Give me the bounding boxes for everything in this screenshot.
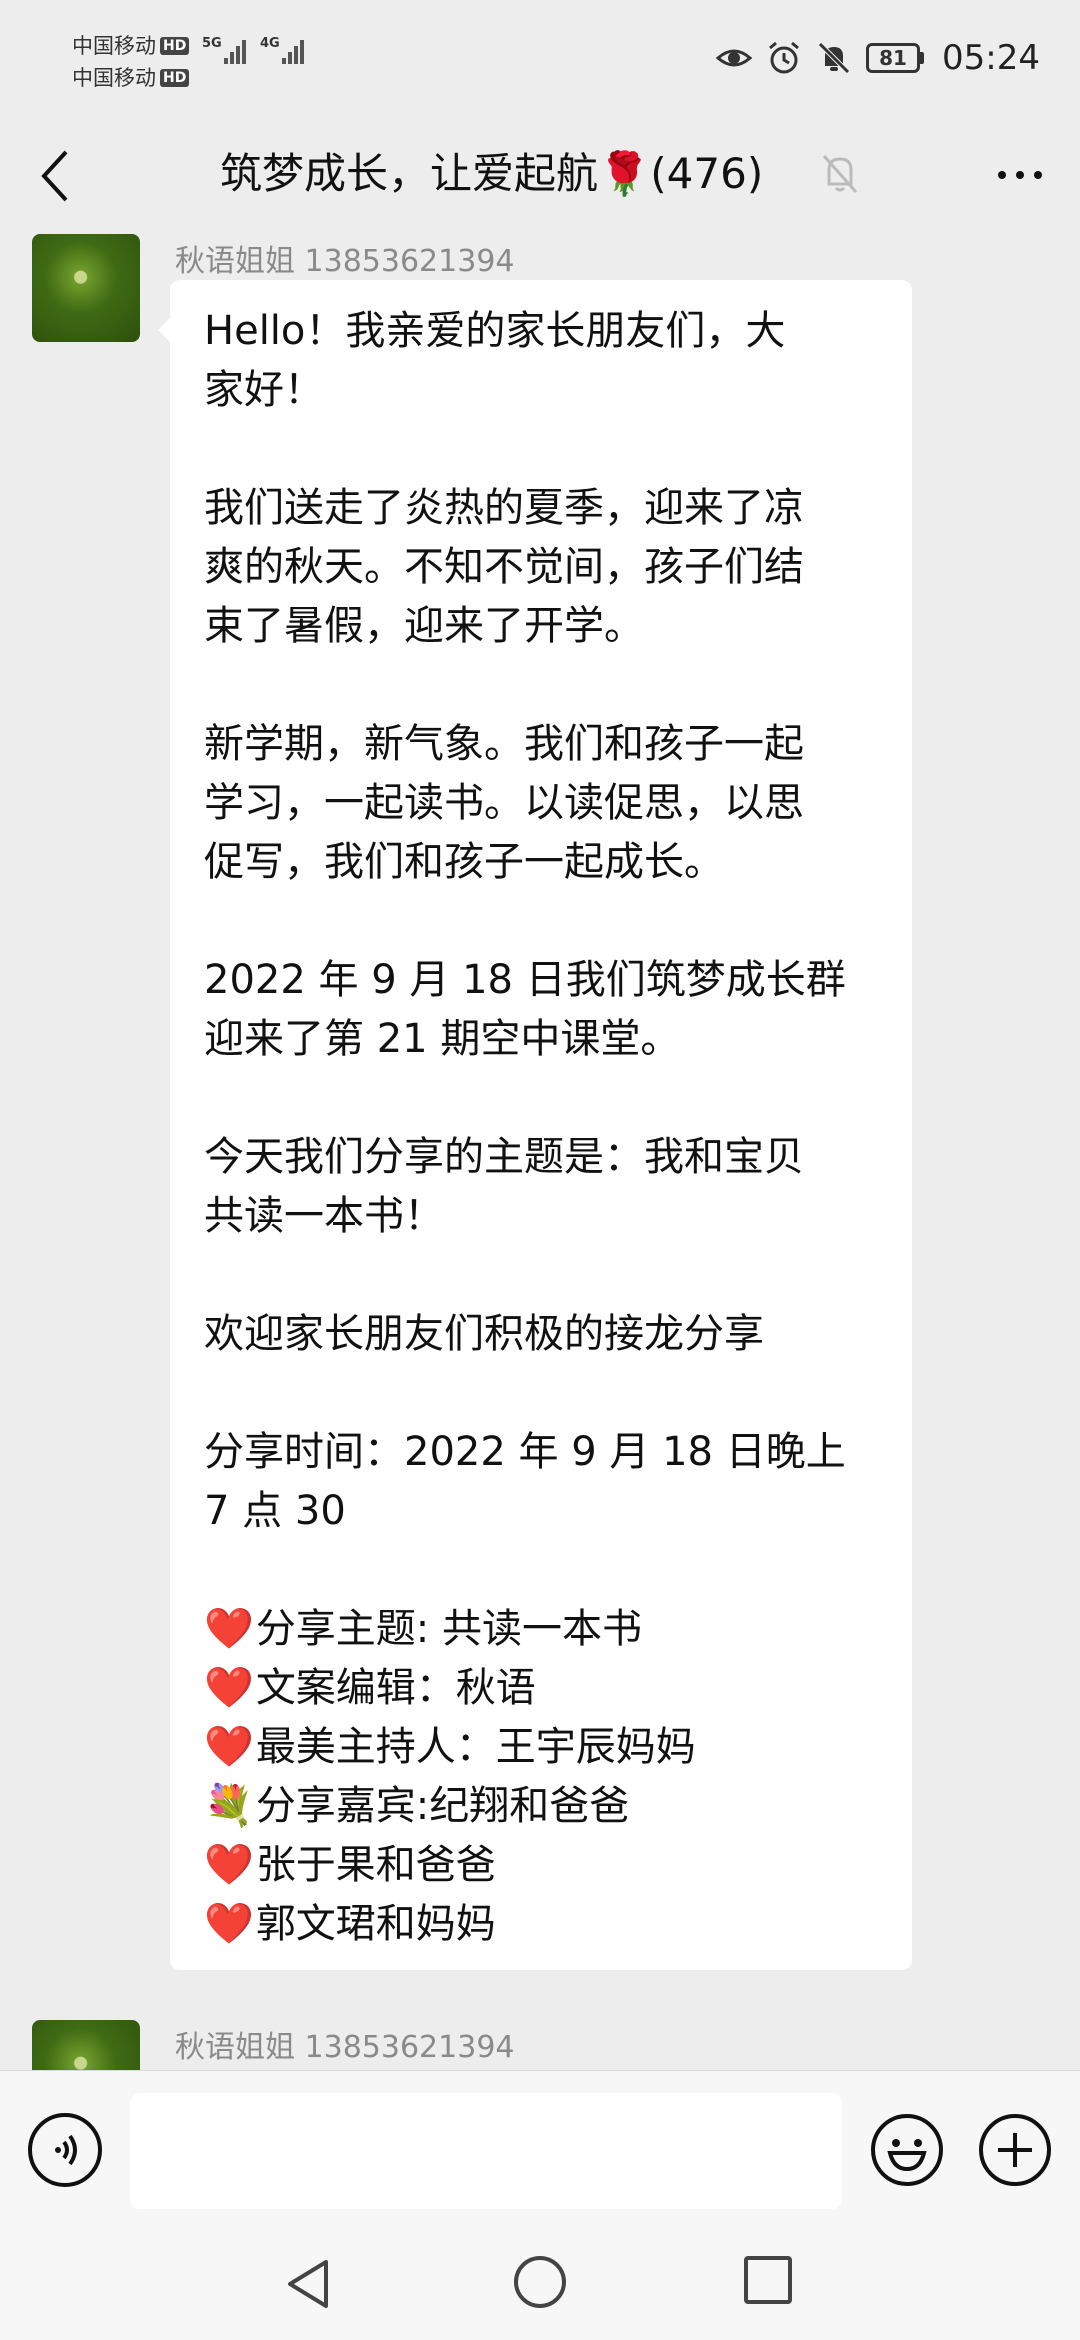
avatar[interactable]	[32, 2020, 140, 2070]
carrier-2-label: 中国移动	[72, 66, 156, 90]
message-bubble[interactable]: Hello！我亲爱的家长朋友们，大 家好！ 我们送走了炎热的夏季，迎来了凉 爽的秋天。…	[158, 280, 912, 1970]
battery-icon: 81	[866, 43, 925, 73]
message-line: 欢迎家长朋友们积极的接龙分享	[204, 1311, 764, 1357]
message-line: 学习，一起读书。以读促思，以思	[204, 780, 804, 826]
message-line: 7 点 30	[204, 1488, 346, 1534]
heart-icon: ❤️	[204, 1842, 254, 1888]
message-line: 分享时间：2022 年 9 月 18 日晚上	[204, 1429, 846, 1475]
message-line: 家好！	[204, 367, 324, 413]
mute-bell-icon	[822, 155, 858, 193]
voice-input-button[interactable]	[28, 2113, 102, 2187]
notifications-off-icon	[818, 42, 850, 74]
carrier-1-label: 中国移动	[72, 34, 156, 58]
role-list-item: ❤️最美主持人：王宇辰妈妈	[204, 1718, 882, 1777]
role-list-item: ❤️张于果和爸爸	[204, 1836, 882, 1895]
heart-icon: ❤️	[204, 1665, 254, 1711]
role-list-text: 分享嘉宾:纪翔和爸爸	[255, 1783, 630, 1829]
chat-title: 筑梦成长，让爱起航🌹(476)	[220, 149, 764, 198]
sender-name: 秋语姐姐 13853621394	[175, 244, 515, 279]
heart-icon: ❤️	[204, 1724, 254, 1770]
role-list-text: 最美主持人：王宇辰妈妈	[255, 1724, 696, 1770]
signal-5g-icon: 5G	[202, 36, 246, 64]
message-paragraph: 我们送走了炎热的夏季，迎来了凉 爽的秋天。不知不觉间，孩子们结 束了暑假，迎来了开学…	[204, 479, 882, 656]
message-paragraph: 今天我们分享的主题是：我和宝贝 共读一本书！	[204, 1128, 882, 1246]
message-line: 2022 年 9 月 18 日我们筑梦成长群	[204, 957, 846, 1003]
clock: 05:24	[942, 38, 1040, 78]
more-options-button[interactable]	[990, 150, 1050, 200]
role-list-item: ❤️分享主题: 共读一本书	[204, 1600, 882, 1659]
role-list-item: 💐分享嘉宾:纪翔和爸爸	[204, 1777, 882, 1836]
emoji-button[interactable]	[870, 2113, 944, 2187]
message-line: 新学期，新气象。我们和孩子一起	[204, 721, 804, 767]
message-paragraph: 2022 年 9 月 18 日我们筑梦成长群 迎来了第 21 期空中课堂。	[204, 951, 882, 1069]
message-line: 迎来了第 21 期空中课堂。	[204, 1016, 681, 1062]
message-line: Hello！我亲爱的家长朋友们，大	[204, 308, 786, 354]
hd-badge: HD	[160, 37, 190, 55]
message-line: 促写，我们和孩子一起成长。	[204, 839, 724, 885]
alarm-icon	[769, 41, 799, 74]
system-navigation-bar	[0, 2230, 1080, 2340]
role-list-text: 文案编辑：秋语	[255, 1665, 536, 1711]
heart-icon: ❤️	[204, 1606, 254, 1652]
message-input[interactable]	[130, 2093, 842, 2209]
message-line: 共读一本书！	[204, 1193, 444, 1239]
heart-icon: ❤️	[204, 1901, 254, 1947]
carrier-info: 中国移动 HD 中国移动 HD	[72, 30, 190, 94]
system-home-icon[interactable]	[512, 2254, 568, 2310]
status-icons: 81 05:24	[716, 38, 1040, 78]
sender-name: 秋语姐姐 13853621394	[175, 2030, 515, 2065]
back-button[interactable]	[34, 140, 74, 212]
avatar[interactable]	[32, 234, 140, 342]
add-more-button[interactable]	[978, 2113, 1052, 2187]
role-list-item: ❤️文案编辑：秋语	[204, 1659, 882, 1718]
message-paragraph: Hello！我亲爱的家长朋友们，大 家好！	[204, 302, 882, 420]
system-back-icon[interactable]	[280, 2254, 340, 2314]
message-line: 我们送走了炎热的夏季，迎来了凉	[204, 485, 804, 531]
chat-header: 筑梦成长，让爱起航🌹(476)	[0, 120, 1080, 232]
message-paragraph: 分享时间：2022 年 9 月 18 日晚上 7 点 30	[204, 1423, 882, 1541]
signal-4g-icon: 4G	[260, 36, 304, 64]
signal-strength: 5G 4G	[202, 36, 304, 64]
system-recents-icon[interactable]	[744, 2256, 792, 2304]
message-line: 爽的秋天。不知不觉间，孩子们结	[204, 544, 804, 590]
battery-level: 81	[866, 43, 921, 73]
message-paragraph: 欢迎家长朋友们积极的接龙分享	[204, 1305, 882, 1364]
message-line: 今天我们分享的主题是：我和宝贝	[204, 1134, 804, 1180]
bouquet-icon: 💐	[204, 1783, 254, 1829]
role-list: ❤️分享主题: 共读一本书 ❤️文案编辑：秋语 ❤️最美主持人：王宇辰妈妈 💐分享嘉宾…	[204, 1600, 882, 1954]
message-line: 束了暑假，迎来了开学。	[204, 603, 644, 649]
role-list-text: 分享主题: 共读一本书	[255, 1606, 643, 1652]
role-list-text: 张于果和爸爸	[255, 1842, 496, 1888]
message-paragraph: 新学期，新气象。我们和孩子一起 学习，一起读书。以读促思，以思 促写，我们和孩子一起…	[204, 715, 882, 892]
role-list-item: ❤️郭文珺和妈妈	[204, 1895, 882, 1954]
hd-badge: HD	[160, 69, 190, 87]
eye-icon	[716, 49, 753, 67]
input-bar	[0, 2070, 1080, 2230]
message-list[interactable]: 秋语姐姐 13853621394 Hello！我亲爱的家长朋友们，大 家好！ 我们送…	[0, 232, 1080, 2070]
message-text: Hello！我亲爱的家长朋友们，大 家好！ 我们送走了炎热的夏季，迎来了凉 爽的秋天。…	[204, 302, 882, 1541]
role-list-text: 郭文珺和妈妈	[255, 1901, 496, 1947]
status-bar: 中国移动 HD 中国移动 HD 5G 4G 81 05:24	[0, 0, 1080, 120]
